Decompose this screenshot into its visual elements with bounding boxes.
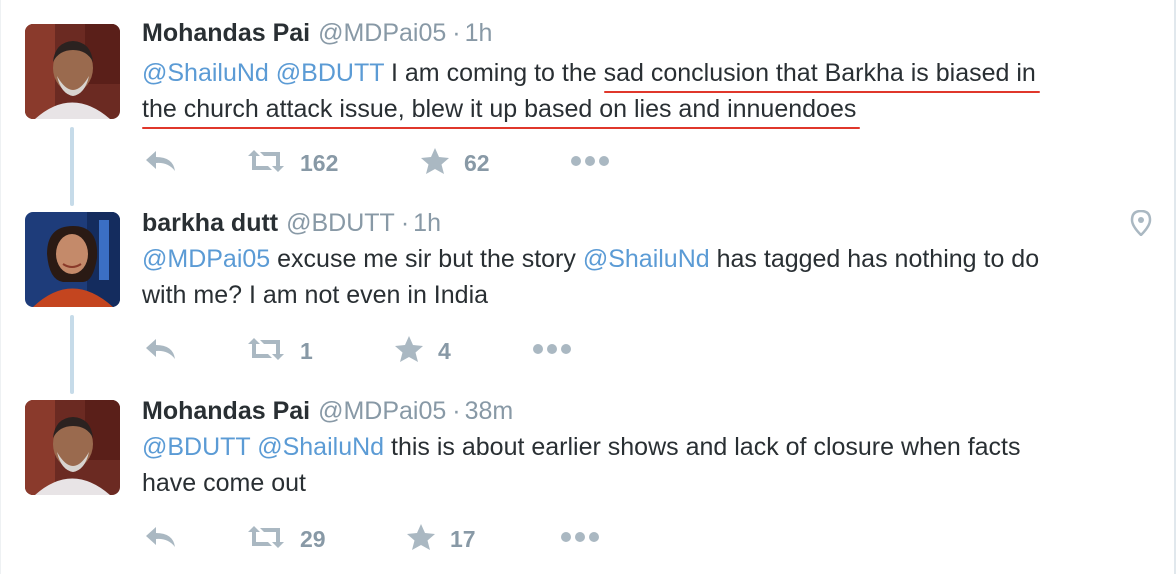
more-button[interactable]: [532, 336, 572, 366]
tweet-header: barkha dutt @BDUTT · 1h: [142, 208, 441, 238]
star-icon: [420, 147, 450, 180]
text-segment: I am coming to the: [384, 59, 604, 87]
retweet-icon: [246, 336, 286, 367]
retweet-icon: [246, 524, 286, 555]
text-segment: with me? I am not even in India: [142, 281, 489, 309]
favorite-button[interactable]: 4: [394, 335, 451, 368]
reply-button[interactable]: [144, 336, 178, 366]
mention-link[interactable]: @ShailuNd: [583, 245, 710, 273]
timestamp[interactable]: 1h: [465, 19, 493, 47]
author-name[interactable]: barkha dutt: [142, 209, 278, 237]
separator: ·: [452, 19, 461, 47]
tweet-actions: 1 4: [142, 335, 1142, 368]
timestamp[interactable]: 38m: [465, 397, 514, 425]
reply-icon: [144, 524, 178, 555]
retweet-icon: [246, 148, 286, 179]
separator: ·: [452, 397, 461, 425]
tweet-text: @MDPai05 excuse me sir but the story @Sh…: [142, 241, 1039, 313]
more-icon: [532, 342, 572, 361]
favorite-count: 17: [450, 525, 476, 552]
star-icon: [394, 335, 424, 368]
reply-button[interactable]: [144, 148, 178, 178]
tweet-text: @ShailuNd @BDUTT I am coming to the sad …: [142, 55, 1036, 127]
avatar[interactable]: [25, 212, 120, 307]
mention-link[interactable]: @ShailuNd: [257, 433, 384, 461]
avatar[interactable]: [25, 24, 120, 119]
author-name[interactable]: Mohandas Pai: [142, 397, 310, 425]
retweet-button[interactable]: 1: [246, 336, 313, 366]
tweet[interactable]: barkha dutt @BDUTT · 1h @MDPai05 excuse me …: [0, 196, 1170, 394]
mention-link[interactable]: @BDUTT: [142, 433, 250, 461]
favorite-count: 4: [438, 337, 451, 364]
avatar[interactable]: [25, 400, 120, 495]
text-segment: this is about earlier shows and lack of …: [384, 433, 1021, 461]
author-name[interactable]: Mohandas Pai: [142, 19, 310, 47]
map-pin-icon[interactable]: [1130, 209, 1152, 237]
text-segment: excuse me sir but the story: [270, 245, 583, 273]
star-icon: [406, 523, 436, 556]
tweet-actions: 29 17: [142, 523, 1142, 556]
favorite-button[interactable]: 17: [406, 523, 476, 556]
more-icon: [570, 154, 610, 173]
tweet-actions: 162 62: [142, 147, 1142, 180]
more-button[interactable]: [570, 148, 610, 178]
favorite-count: 62: [464, 149, 490, 176]
retweet-count: 162: [300, 149, 339, 176]
author-handle[interactable]: @MDPai05: [318, 397, 446, 425]
underlined-text: the church attack issue, blew it up base…: [142, 95, 857, 123]
more-button[interactable]: [560, 524, 600, 554]
author-handle[interactable]: @MDPai05: [318, 19, 446, 47]
text-segment: have come out: [142, 469, 306, 497]
tweet-header: Mohandas Pai @MDPai05 · 1h: [142, 18, 492, 48]
tweet[interactable]: Mohandas Pai @MDPai05 · 38m @BDUTT @ShailuN…: [0, 384, 1170, 574]
mention-link[interactable]: @MDPai05: [142, 245, 270, 273]
favorite-button[interactable]: 62: [420, 147, 490, 180]
more-icon: [560, 530, 600, 549]
tweet-header: Mohandas Pai @MDPai05 · 38m: [142, 396, 513, 426]
separator: ·: [400, 209, 410, 237]
retweet-count: 1: [300, 337, 313, 364]
thread-connector: [70, 315, 74, 394]
tweet-text: @BDUTT @ShailuNd this is about earlier s…: [142, 429, 1021, 501]
reply-icon: [144, 148, 178, 179]
underlined-text: sad conclusion that Barkha is biased in: [603, 59, 1036, 87]
thread-connector: [70, 127, 74, 206]
mention-link[interactable]: @BDUTT: [276, 59, 384, 87]
retweet-button[interactable]: 162: [246, 148, 338, 178]
reply-icon: [144, 336, 178, 367]
timestamp[interactable]: 1h: [413, 209, 441, 237]
mention-link[interactable]: @ShailuNd: [142, 59, 269, 87]
retweet-count: 29: [300, 525, 326, 552]
reply-button[interactable]: [144, 524, 178, 554]
author-handle[interactable]: @BDUTT: [286, 209, 395, 237]
tweet[interactable]: Mohandas Pai @MDPai05 · 1h @ShailuNd @BDUTT…: [0, 0, 1170, 206]
retweet-button[interactable]: 29: [246, 524, 326, 554]
text-segment: has tagged has nothing to do: [709, 245, 1040, 273]
